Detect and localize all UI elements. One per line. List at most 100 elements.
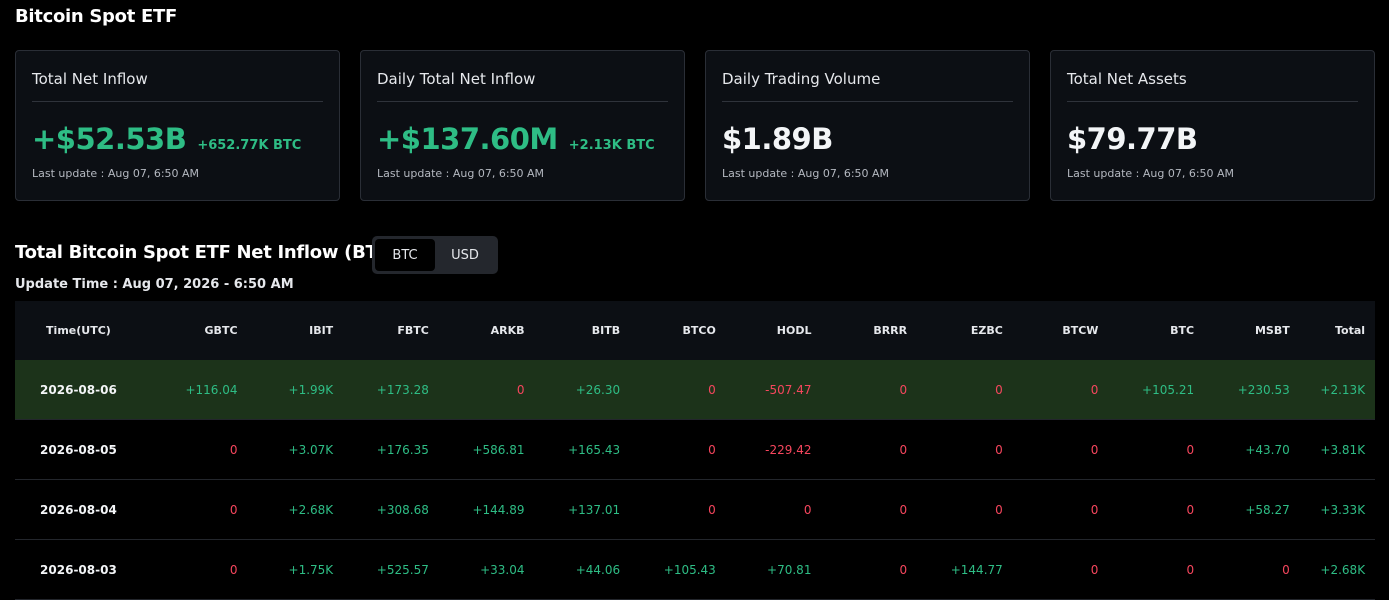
column-header-time-utc: Time(UTC) (46, 324, 111, 337)
table-cell: 0 (1282, 562, 1290, 577)
table-row: 2026-08-03 0 +1.75K +525.57 +33.04 +44.06 +105… (15, 540, 1375, 600)
table-cell: +525.57 (376, 562, 429, 577)
card-daily-total-net-inflow: Daily Total Net Inflow +$137.60M +2.13K … (360, 50, 685, 201)
table-cell: +165.43 (568, 442, 621, 457)
table-cell: +2.13K (1320, 382, 1366, 397)
table-cell: -507.47 (765, 382, 812, 397)
card-title: Daily Total Net Inflow (377, 70, 536, 88)
column-header-fbtc: FBTC (397, 324, 429, 337)
page-title: Bitcoin Spot ETF (15, 6, 177, 27)
table-cell: 0 (995, 502, 1003, 517)
table-cell: 0 (1186, 562, 1195, 577)
card-title: Total Net Inflow (32, 70, 148, 88)
card-title: Daily Trading Volume (722, 70, 881, 88)
card-value: $79.77B (1067, 122, 1198, 156)
card-update-time: Last update : Aug 07, 6:50 AM (1067, 167, 1235, 180)
card-total-net-inflow: Total Net Inflow +$52.53B +652.77K BTC L… (15, 50, 340, 201)
table-cell: +2.68K (288, 502, 334, 517)
table-cell: +3.33K (1320, 502, 1366, 517)
table-cell: +2.68K (1320, 562, 1366, 577)
table-row: 2026-08-04 0 +2.68K +308.68 +144.89 +137.01 0 0… (15, 480, 1375, 540)
card-total-net-assets: Total Net Assets $79.77B Last update : A… (1050, 50, 1375, 201)
column-header-total: Total (1335, 324, 1366, 337)
table-cell: +43.70 (1245, 442, 1290, 457)
table-cell: 0 (516, 382, 525, 397)
toggle-btc-button[interactable]: BTC (375, 239, 435, 271)
table-cell: +58.27 (1245, 502, 1290, 517)
column-header-btcw: BTCW (1062, 324, 1099, 337)
row-date: 2026-08-06 (40, 382, 117, 397)
row-date: 2026-08-04 (40, 502, 117, 517)
card-daily-trading-volume: Daily Trading Volume $1.89B Last update … (705, 50, 1030, 201)
table-cell: +308.68 (376, 502, 429, 517)
table-cell: +173.28 (376, 382, 429, 397)
table-cell: +105.43 (663, 562, 716, 577)
card-value: +$52.53B (32, 122, 187, 156)
card-update-time: Last update : Aug 07, 6:50 AM (377, 167, 545, 180)
column-header-brrr: BRRR (873, 324, 908, 337)
inflow-table: Time(UTC) GBTC IBIT FBTC ARKB BITB BTCO HODL BRR… (15, 301, 1375, 600)
table-cell: 0 (899, 562, 908, 577)
card-value-row: $1.89B (722, 122, 833, 156)
card-update-time: Last update : Aug 07, 6:50 AM (722, 167, 890, 180)
table-cell: +1.99K (288, 382, 334, 397)
column-header-bitb: BITB (591, 324, 621, 337)
table-cell: +70.81 (767, 562, 812, 577)
section-title: Total Bitcoin Spot ETF Net Inflow (BTC) (15, 242, 399, 263)
table-cell: +3.07K (288, 442, 334, 457)
stat-cards: Total Net Inflow +$52.53B +652.77K BTC L… (15, 50, 1375, 201)
table-cell: 0 (995, 382, 1003, 397)
table-cell: +1.75K (288, 562, 334, 577)
column-header-hodl: HODL (776, 324, 812, 337)
table-cell: +44.06 (575, 562, 621, 577)
currency-toggle: BTC USD (372, 236, 498, 274)
table-cell: 0 (1090, 562, 1099, 577)
table-cell: 0 (1090, 442, 1099, 457)
table-cell: 0 (229, 502, 238, 517)
table-row: 2026-08-05 0 +3.07K +176.35 +586.81 +165.43 0 -… (15, 420, 1375, 480)
card-divider (1067, 101, 1358, 102)
table-cell: 0 (229, 562, 238, 577)
table-cell: +26.30 (575, 382, 621, 397)
card-value-row: +$137.60M +2.13K BTC (377, 122, 655, 156)
table-cell: 0 (899, 382, 908, 397)
table-cell: 0 (229, 442, 238, 457)
table-cell: 0 (1186, 502, 1195, 517)
card-divider (722, 101, 1013, 102)
column-header-ibit: IBIT (309, 324, 334, 337)
table-body: 2026-08-06 +116.04 +1.99K +173.28 0 +26.30 0 -5… (15, 360, 1375, 600)
table-cell: +116.04 (185, 382, 238, 397)
card-update-time: Last update : Aug 07, 6:50 AM (32, 167, 200, 180)
column-header-gbtc: GBTC (204, 324, 238, 337)
toggle-usd-button[interactable]: USD (435, 239, 495, 271)
card-divider (32, 101, 323, 102)
table-cell: +137.01 (568, 502, 621, 517)
table-cell: +3.81K (1320, 442, 1366, 457)
table-cell: 0 (899, 502, 908, 517)
table-cell: 0 (995, 442, 1003, 457)
column-header-btco: BTCO (682, 324, 716, 337)
column-header-msbt: MSBT (1254, 324, 1290, 337)
table-cell: +144.89 (472, 502, 525, 517)
card-divider (377, 101, 668, 102)
table-cell: 0 (708, 382, 716, 397)
card-value: $1.89B (722, 122, 833, 156)
table-cell: +176.35 (376, 442, 429, 457)
table-cell: -229.42 (765, 442, 812, 457)
table-row: 2026-08-06 +116.04 +1.99K +173.28 0 +26.30 0 -5… (15, 360, 1375, 420)
table-cell: +105.21 (1142, 382, 1195, 397)
column-header-arkb: ARKB (490, 324, 525, 337)
card-title: Total Net Assets (1067, 70, 1187, 88)
card-sub-value: +652.77K BTC (197, 138, 302, 153)
table-cell: 0 (803, 502, 812, 517)
table-header-row: Time(UTC) GBTC IBIT FBTC ARKB BITB BTCO HODL BRR… (15, 301, 1375, 360)
table-cell: 0 (899, 442, 908, 457)
table-cell: 0 (1186, 442, 1195, 457)
table-cell: +144.77 (950, 562, 1003, 577)
table-cell: 0 (708, 502, 716, 517)
card-value-row: +$52.53B +652.77K BTC (32, 122, 301, 156)
column-header-ezbc: EZBC (970, 324, 1003, 337)
table-cell: +586.81 (472, 442, 525, 457)
table-cell: +33.04 (480, 562, 525, 577)
card-value: +$137.60M (377, 122, 558, 156)
